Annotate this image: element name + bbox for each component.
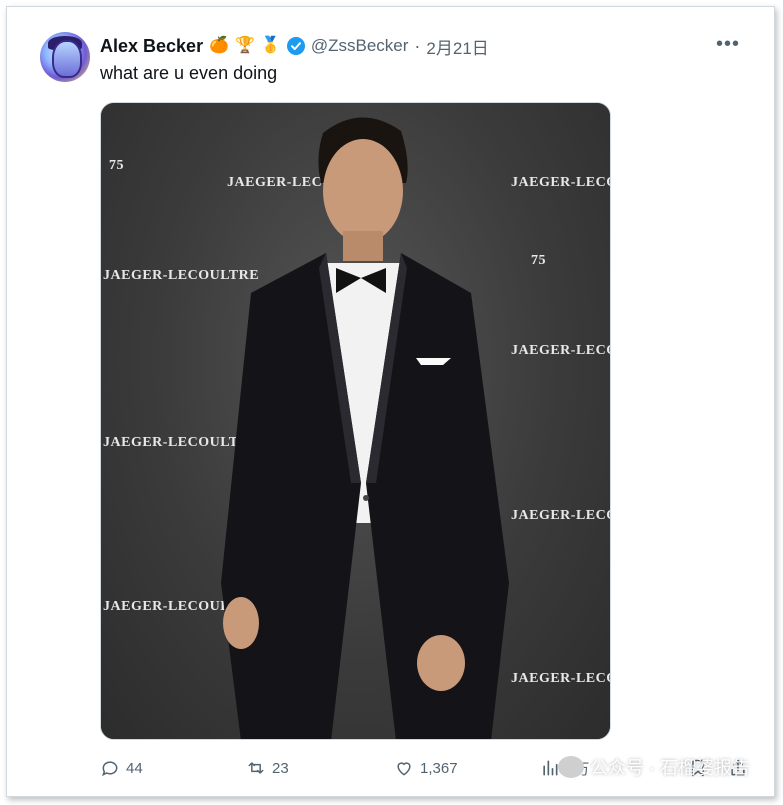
reply-count: 44 <box>126 759 143 777</box>
tweet-media-photo[interactable]: 75 JAEGER-LECOULTRE JAEGER-LECOULTRE JAE… <box>100 102 611 740</box>
tweet-card: Alex Becker 🍊 🏆 🥇 @ZssBecker · 2月21日 •••… <box>6 6 775 797</box>
heart-icon <box>397 762 411 776</box>
watermark: 公众号 · 石榴婆报告 <box>558 754 750 780</box>
backdrop-logo-event: 75 <box>531 253 546 268</box>
separator-dot: · <box>414 35 421 56</box>
backdrop-logo-brand: JAEGER-LECOULTRE <box>511 343 610 358</box>
person-in-tuxedo-illustration <box>221 117 509 739</box>
badge-medal-icon: 🥇 <box>260 37 281 54</box>
badge-trophy-icon: 🏆 <box>235 37 255 54</box>
retweet-count: 23 <box>272 759 289 777</box>
like-count: 1,367 <box>420 759 458 777</box>
avatar[interactable] <box>40 32 90 82</box>
avatar-face <box>52 40 82 78</box>
backdrop-logo-event: 75 <box>109 158 124 173</box>
badge-orange-icon: 🍊 <box>209 37 229 54</box>
backdrop-logo-brand: JAEGER-LECOULTRE <box>511 671 610 686</box>
tweet-date[interactable]: 2月21日 <box>426 34 488 59</box>
more-options-icon[interactable]: ••• <box>716 33 740 56</box>
reply-button[interactable]: 44 <box>100 758 143 778</box>
bar-chart-icon <box>543 760 558 776</box>
tweet-text: what are u even doing <box>100 63 278 83</box>
watermark-text: 公众号 · 石榴婆报告 <box>590 758 750 778</box>
backdrop-logo-brand: JAEGER-LECOULTRE <box>511 175 610 190</box>
tweet-header: Alex Becker 🍊 🏆 🥇 @ZssBecker · 2月21日 <box>100 34 489 58</box>
verified-icon <box>286 37 305 55</box>
backdrop-logo-brand: JAEGER-LECOULTRE <box>511 508 610 523</box>
user-handle[interactable]: @ZssBecker <box>311 36 409 56</box>
reply-icon <box>102 761 118 777</box>
wechat-icon <box>558 756 584 778</box>
retweet-button[interactable]: 23 <box>246 758 289 778</box>
like-button[interactable]: 1,367 <box>394 758 458 778</box>
user-name[interactable]: Alex Becker <box>100 36 203 57</box>
retweet-icon <box>248 762 264 774</box>
